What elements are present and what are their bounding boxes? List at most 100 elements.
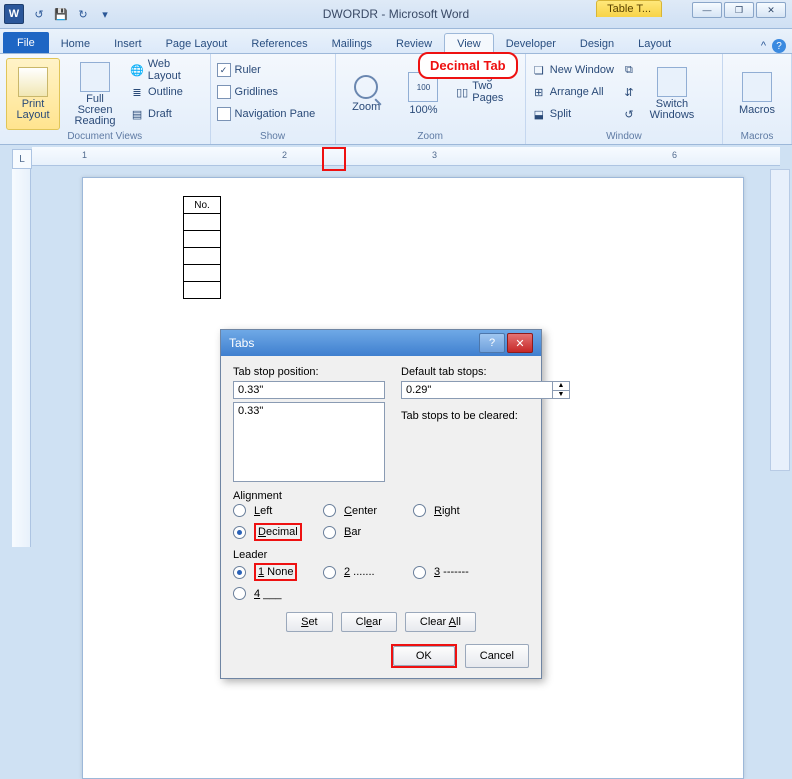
alignment-radios: LLefteft Center Right Decimal Bar [233, 504, 529, 541]
group-label-show: Show [211, 131, 335, 142]
outline-label: Outline [148, 86, 183, 98]
dialog-help-button[interactable]: ? [479, 333, 505, 353]
reset-window-button[interactable]: ↺ [622, 104, 636, 124]
full-screen-reading-button[interactable]: Full Screen Reading [68, 58, 122, 130]
clear-all-button[interactable]: Clear All [405, 612, 476, 632]
alignment-left-radio[interactable]: LLefteft [233, 504, 323, 517]
table-cell[interactable] [184, 265, 221, 282]
tab-home[interactable]: Home [49, 34, 102, 53]
minimize-button[interactable]: — [692, 2, 722, 18]
leader-dashes-radio[interactable]: 3 ------- [413, 563, 503, 581]
vertical-ruler[interactable] [12, 169, 31, 547]
web-layout-button[interactable]: 🌐Web Layout [130, 60, 203, 80]
radio-icon [233, 504, 246, 517]
macros-button[interactable]: Macros [729, 58, 785, 130]
minimize-ribbon-icon[interactable]: ^ [761, 40, 766, 52]
side-panel-strip[interactable] [770, 169, 790, 471]
leader-radios: 1 None 2 ....... 3 ------- 4 ___ [233, 563, 529, 600]
tab-view[interactable]: View [444, 33, 494, 54]
gridlines-checkbox[interactable]: Gridlines [217, 82, 329, 102]
table-cell[interactable] [184, 282, 221, 299]
default-tab-stops-input[interactable] [401, 381, 553, 399]
set-button[interactable]: Set [286, 612, 333, 632]
leader-none-radio[interactable]: 1 None [233, 563, 323, 581]
print-layout-label: Print Layout [9, 99, 57, 121]
leader-underline-radio[interactable]: 4 ___ [233, 587, 323, 600]
leader-dots-radio[interactable]: 2 ....... [323, 563, 413, 581]
maximize-button[interactable]: ❐ [724, 2, 754, 18]
zoom-button[interactable]: Zoom [342, 58, 391, 130]
alignment-bar-radio[interactable]: Bar [323, 523, 413, 541]
tab-page-layout[interactable]: Page Layout [154, 34, 240, 53]
draft-button[interactable]: ▤Draft [130, 104, 203, 124]
qat-save-icon[interactable]: 💾 [52, 5, 70, 23]
split-button[interactable]: ⬓Split [532, 104, 614, 124]
tab-review[interactable]: Review [384, 34, 444, 53]
tab-developer[interactable]: Developer [494, 34, 568, 53]
outline-button[interactable]: ≣Outline [130, 82, 203, 102]
spinner-down-icon[interactable]: ▼ [553, 391, 569, 399]
new-window-label: New Window [550, 64, 614, 76]
callout-decimal-tab: Decimal Tab [418, 52, 518, 79]
group-macros: Macros Macros [723, 54, 792, 144]
macros-label: Macros [739, 104, 775, 116]
to-be-cleared-label: Tab stops to be cleared: [401, 410, 570, 422]
qat-customize-icon[interactable]: ▾ [96, 5, 114, 23]
tab-file[interactable]: File [3, 32, 49, 53]
ok-button[interactable]: OK [393, 646, 455, 666]
tab-layout[interactable]: Layout [626, 34, 683, 53]
help-icon[interactable]: ? [772, 39, 786, 53]
radio-icon [233, 587, 246, 600]
two-pages-button[interactable]: ▯▯Two Pages [456, 82, 519, 102]
group-window: ❏New Window ⊞Arrange All ⬓Split ⧉ ⇵ ↺ Sw… [526, 54, 723, 144]
sidebyside-icon: ⧉ [622, 63, 636, 77]
clear-button[interactable]: Clear [341, 612, 397, 632]
table-cell[interactable] [184, 214, 221, 231]
document-workspace: L 1 2 3 6 No. Tabs ? ✕ Tab [0, 147, 792, 555]
list-item[interactable]: 0.33" [238, 405, 263, 417]
tab-design[interactable]: Design [568, 34, 626, 53]
group-document-views: Print Layout Full Screen Reading 🌐Web La… [0, 54, 211, 144]
table-header-cell[interactable]: No. [184, 197, 221, 214]
ribbon: Print Layout Full Screen Reading 🌐Web La… [0, 54, 792, 145]
two-pages-icon: ▯▯ [456, 85, 468, 99]
title-bar: W ↺ 💾 ↻ ▾ DWORDR - Microsoft Word Table … [0, 0, 792, 29]
spinner-up-icon[interactable]: ▲ [553, 382, 569, 391]
arrange-all-button[interactable]: ⊞Arrange All [532, 82, 614, 102]
reset-icon: ↺ [622, 107, 636, 121]
tab-references[interactable]: References [239, 34, 319, 53]
tab-insert[interactable]: Insert [102, 34, 154, 53]
dialog-title-bar[interactable]: Tabs ? ✕ [221, 330, 541, 356]
tab-stop-listbox[interactable]: 0.33" [233, 402, 385, 482]
view-sidebyside-button[interactable]: ⧉ [622, 60, 636, 80]
macros-icon [742, 72, 772, 102]
switch-windows-button[interactable]: Switch Windows [644, 58, 700, 130]
web-layout-label: Web Layout [148, 58, 204, 82]
tab-selector-button[interactable]: L [12, 149, 32, 169]
alignment-center-radio[interactable]: Center [323, 504, 413, 517]
ruler-checkbox[interactable]: ✓Ruler [217, 60, 329, 80]
radio-icon [323, 504, 336, 517]
table-cell[interactable] [184, 231, 221, 248]
cancel-button[interactable]: Cancel [465, 644, 529, 668]
nav-pane-checkbox[interactable]: Navigation Pane [217, 104, 329, 124]
qat-redo-icon[interactable]: ↻ [74, 5, 92, 23]
qat-undo-icon[interactable]: ↺ [30, 5, 48, 23]
document-table[interactable]: No. [183, 196, 221, 299]
arrange-icon: ⊞ [532, 85, 546, 99]
tab-stop-position-input[interactable] [233, 381, 385, 399]
new-window-button[interactable]: ❏New Window [532, 60, 614, 80]
table-cell[interactable] [184, 248, 221, 265]
quick-access-toolbar: ↺ 💾 ↻ ▾ [30, 5, 114, 23]
contextual-tab-table[interactable]: Table T... [596, 0, 662, 17]
sync-scroll-button[interactable]: ⇵ [622, 82, 636, 102]
print-layout-button[interactable]: Print Layout [6, 58, 60, 130]
tab-mailings[interactable]: Mailings [320, 34, 384, 53]
group-label-document-views: Document Views [0, 131, 210, 142]
alignment-right-radio[interactable]: Right [413, 504, 503, 517]
horizontal-ruler[interactable]: 1 2 3 6 [32, 147, 780, 166]
alignment-decimal-radio[interactable]: Decimal [233, 523, 323, 541]
close-window-button[interactable]: ✕ [756, 2, 786, 18]
radio-icon [323, 526, 336, 539]
dialog-close-button[interactable]: ✕ [507, 333, 533, 353]
